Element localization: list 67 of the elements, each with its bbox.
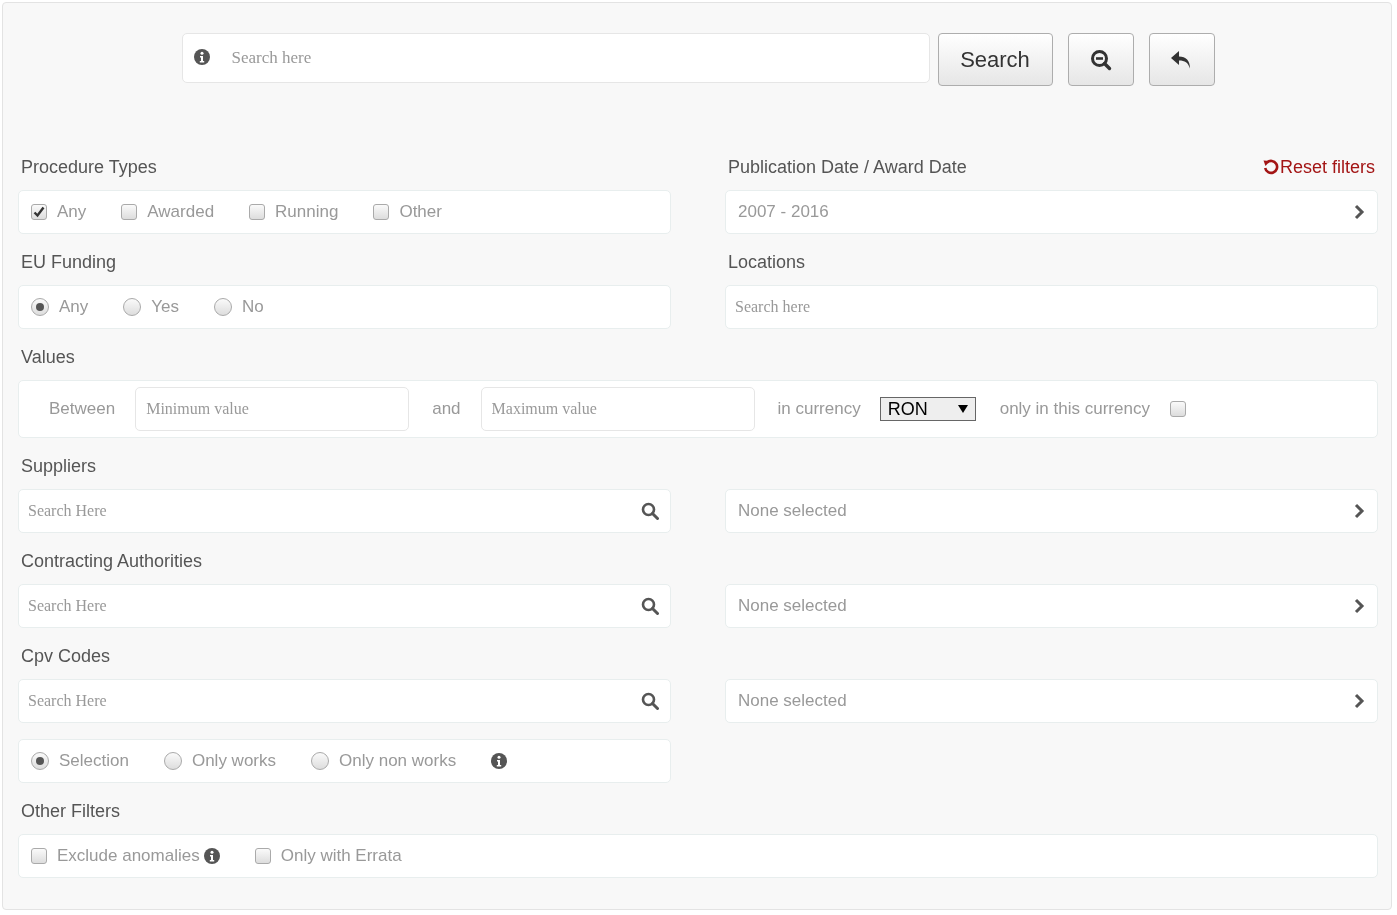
option-label: Any	[59, 297, 89, 317]
option-label: Running	[275, 202, 339, 222]
search-icon	[641, 502, 659, 520]
checkbox[interactable]	[373, 204, 390, 220]
section-title: EU Funding	[21, 251, 117, 273]
chevron-right-icon	[1353, 204, 1365, 220]
info-icon	[193, 48, 210, 65]
info-icon	[203, 848, 220, 864]
search-field[interactable]: Search Here	[18, 489, 671, 533]
section-title: Publication Date / Award Date	[728, 156, 967, 178]
checkbox[interactable]	[1169, 401, 1186, 417]
option-label: Only with Errata	[280, 846, 402, 866]
option-label: Other	[399, 202, 442, 222]
currency-label: in currency	[777, 399, 861, 419]
radio-button[interactable]	[31, 752, 49, 770]
option-label: Only works	[191, 751, 276, 771]
reset-filters-link[interactable]: Reset filters	[1262, 156, 1375, 178]
selection-dropdown[interactable]: None selected	[725, 679, 1378, 723]
radio-button[interactable]	[163, 752, 182, 770]
selection-dropdown[interactable]: None selected	[725, 584, 1378, 628]
chevron-right-icon	[1353, 693, 1365, 709]
search-field[interactable]: Search here	[181, 33, 930, 83]
chevron-right-icon	[1353, 503, 1365, 519]
checkbox[interactable]	[31, 848, 47, 864]
section-title: Values	[21, 346, 75, 368]
option-label: Any	[57, 202, 87, 222]
search-button[interactable]: Search	[937, 33, 1053, 86]
back-button[interactable]	[1148, 33, 1215, 86]
option-label: Exclude anomalies	[57, 846, 200, 866]
dropdown-arrow-icon	[957, 404, 968, 414]
search-field[interactable]: Search Here	[18, 679, 671, 723]
reset-icon	[1262, 159, 1279, 175]
search-icon	[641, 692, 659, 710]
and-label: and	[432, 399, 461, 419]
section-title: Locations	[728, 251, 806, 273]
checkbox[interactable]	[121, 204, 138, 220]
option-label: Selection	[59, 751, 129, 771]
checkbox[interactable]	[249, 204, 266, 220]
option-label: No	[242, 297, 264, 317]
radio-button[interactable]	[311, 752, 329, 770]
search-icon	[641, 597, 659, 615]
currency-select[interactable]: RON	[879, 397, 976, 421]
option-label: Only non works	[339, 751, 457, 771]
checkbox[interactable]	[31, 204, 47, 220]
chevron-right-icon	[1353, 598, 1365, 614]
checkbox[interactable]	[254, 848, 271, 864]
section-title: Procedure Types	[21, 156, 157, 178]
option-label: Yes	[151, 297, 180, 317]
section-title: Contracting Authorities	[21, 550, 203, 572]
date-range-dropdown[interactable]: 2007 - 2016	[725, 190, 1378, 234]
info-icon	[491, 753, 508, 769]
only-currency-label: only in this currency	[999, 399, 1150, 419]
maximum-value-field[interactable]: Maximum value	[480, 387, 755, 431]
section-title: Cpv Codes	[21, 645, 111, 667]
selection-dropdown[interactable]: None selected	[725, 489, 1378, 533]
zoom-out-icon	[1089, 48, 1112, 71]
option-label: Awarded	[147, 202, 215, 222]
section-title: Other Filters	[21, 800, 121, 822]
locations-field[interactable]: Search here	[725, 285, 1378, 329]
section-title: Suppliers	[21, 455, 97, 477]
zoom-out-button[interactable]	[1067, 33, 1134, 86]
search-field[interactable]: Search Here	[18, 584, 671, 628]
radio-button[interactable]	[214, 298, 233, 316]
minimum-value-field[interactable]: Minimum value	[135, 387, 410, 431]
between-label: Between	[49, 399, 116, 419]
radio-button[interactable]	[31, 298, 49, 316]
radio-button[interactable]	[123, 298, 142, 316]
